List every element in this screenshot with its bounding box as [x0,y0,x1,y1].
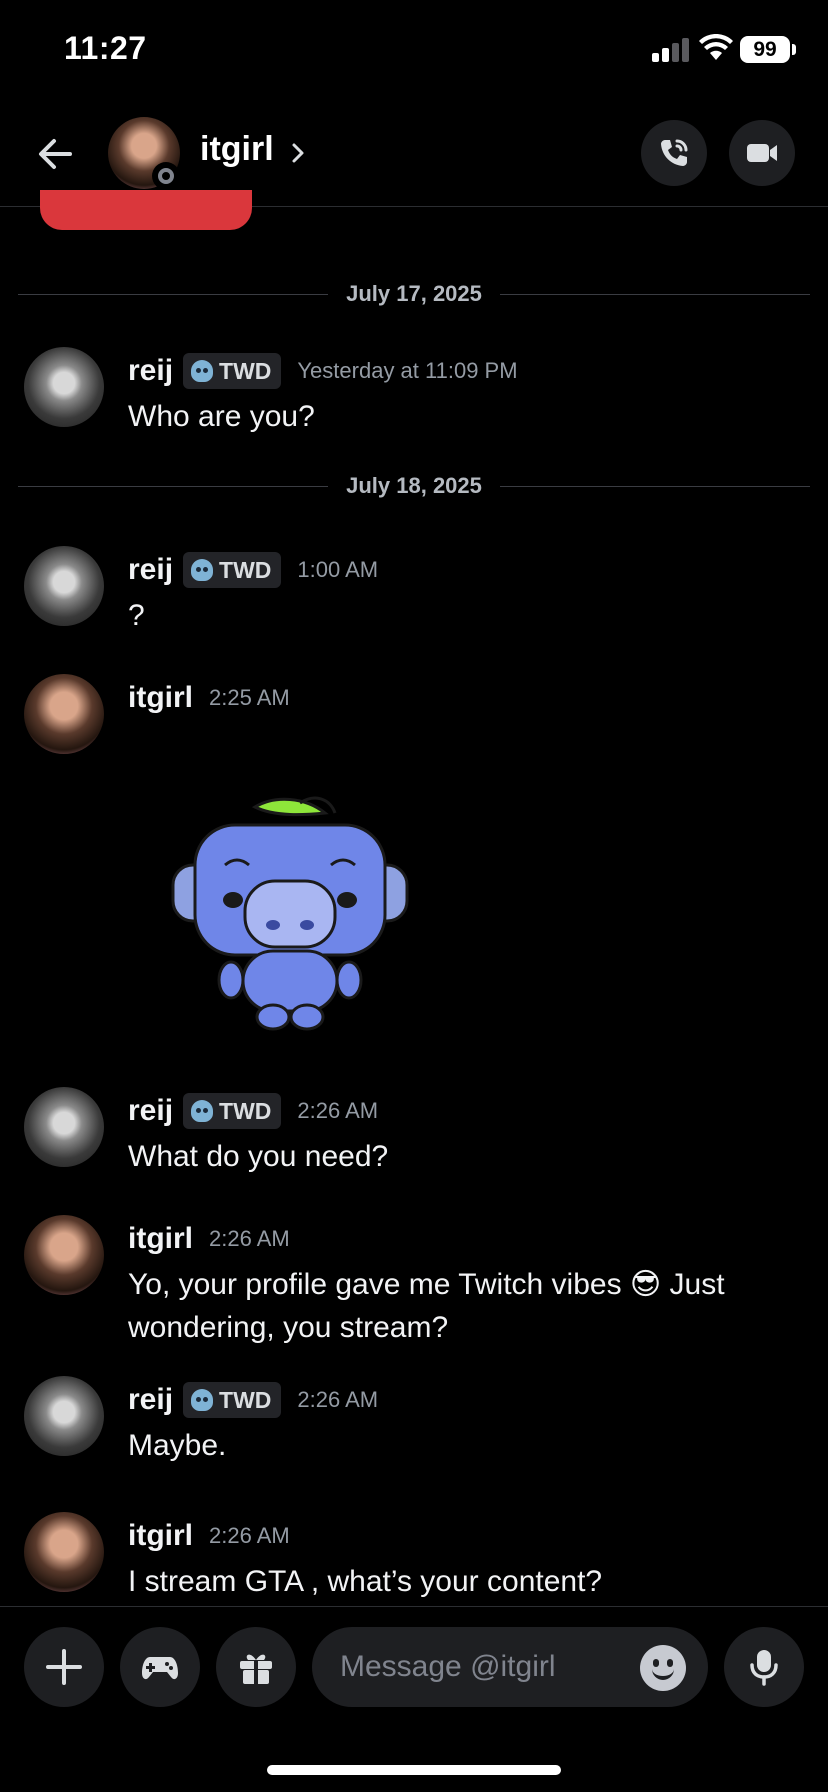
date-divider: July 18, 2025 [18,471,810,501]
status-time: 11:27 [64,30,147,66]
avatar[interactable] [24,1087,104,1167]
emoji-icon[interactable] [640,1645,686,1691]
video-camera-icon [747,144,777,162]
gamepad-icon [142,1657,178,1680]
avatar[interactable] [24,674,104,754]
skull-icon [191,559,214,581]
message-text: I stream GTA , what’s your content? [128,1565,603,1598]
gift-button[interactable] [216,1627,296,1707]
chevron-right-icon[interactable] [288,138,308,168]
guild-tag-label: TWD [219,556,272,583]
video-call-button[interactable] [729,120,795,186]
avatar[interactable] [24,546,104,626]
back-arrow-icon[interactable] [30,128,82,180]
skull-icon [191,1100,214,1122]
message-author[interactable]: itgirl [128,681,193,715]
battery-tip [792,44,796,55]
message-author[interactable]: reij [128,354,173,388]
avatar[interactable] [24,1376,104,1456]
avatar[interactable] [24,1215,104,1295]
date-divider: July 17, 2025 [18,279,810,309]
message-author[interactable]: reij [128,553,173,587]
message-author[interactable]: itgirl [128,1519,193,1553]
voice-message-button[interactable] [724,1627,804,1707]
message-text: ? [128,599,145,632]
status-bar: 11:27 99 [0,0,828,100]
message-timestamp: 2:25 AM [209,685,290,710]
scrolled-action-button[interactable] [40,190,252,230]
message-timestamp: 2:26 AM [297,1098,379,1123]
message-timestamp: Yesterday at 11:09 PM [297,358,518,383]
message-text: Yo, your profile gave me Twitch vibes 😎 … [128,1268,725,1344]
guild-tag-label: TWD [219,1097,272,1124]
message-author[interactable]: reij [128,1383,173,1417]
gift-icon [240,1654,272,1684]
message-timestamp: 2:26 AM [209,1523,290,1548]
message-text: Who are you? [128,400,315,433]
message-text: Maybe. [128,1429,227,1462]
message-timestamp: 2:26 AM [209,1226,290,1251]
voice-call-button[interactable] [641,120,707,186]
guild-tag[interactable]: TWD [183,1382,282,1418]
offline-status-icon [152,162,180,190]
skull-icon [191,360,214,382]
home-indicator [267,1765,561,1775]
avatar[interactable] [24,1512,104,1592]
message-composer [0,1606,828,1792]
message-text: What do you need? [128,1140,389,1173]
guild-tag-label: TWD [219,1386,272,1413]
chat-title[interactable]: itgirl [200,130,274,169]
wifi-icon [699,34,733,60]
message-timestamp: 2:26 AM [297,1387,379,1412]
message-author[interactable]: itgirl [128,1222,193,1256]
phone-call-icon [661,139,688,166]
guild-tag[interactable]: TWD [183,552,282,588]
guild-tag[interactable]: TWD [183,353,282,389]
cellular-signal-icon [652,38,690,62]
avatar[interactable] [24,347,104,427]
guild-tag[interactable]: TWD [183,1093,282,1129]
message-timestamp: 1:00 AM [297,557,379,582]
message-author[interactable]: reij [128,1094,173,1128]
plus-icon [46,1649,82,1685]
activities-button[interactable] [120,1627,200,1707]
add-attachment-button[interactable] [24,1627,104,1707]
skull-icon [191,1389,214,1411]
wumpus-sticker[interactable] [165,785,415,1035]
guild-tag-label: TWD [219,357,272,384]
microphone-icon [750,1650,778,1686]
battery-indicator: 99 [740,36,790,63]
